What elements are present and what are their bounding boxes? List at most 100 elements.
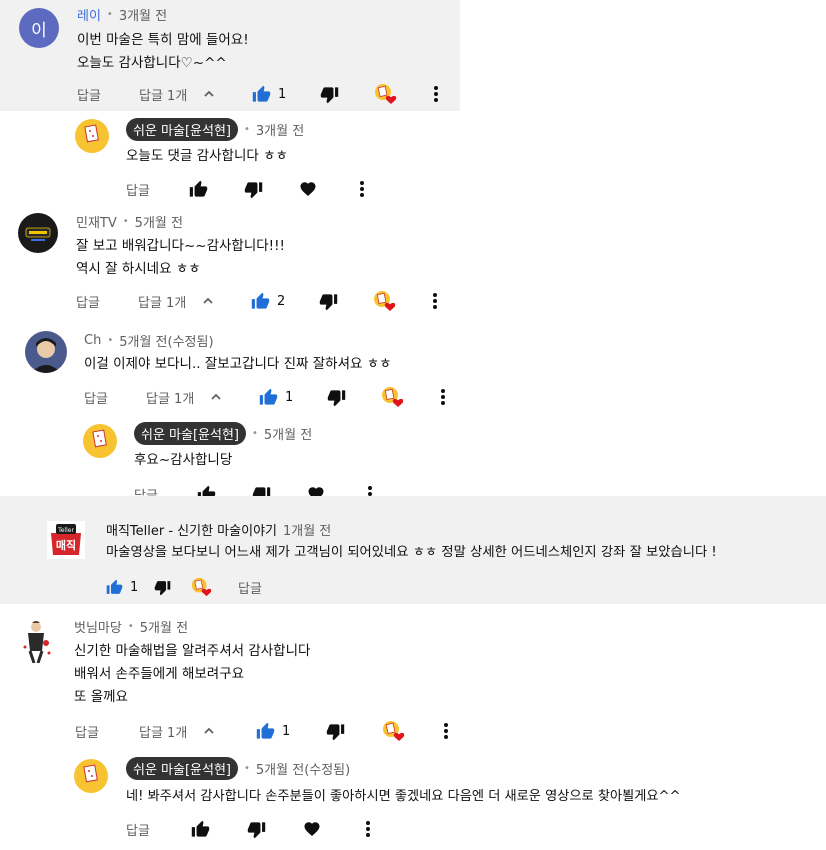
heart-icon[interactable] [307,482,325,496]
thumbs-down-icon[interactable] [319,289,338,313]
separator-dot: • [107,335,114,346]
comment-text: 잘 보고 배워갑니다~~감사합니다!!! 역시 잘 하시네요 ㅎㅎ [76,235,285,281]
chevron-up-icon[interactable] [210,385,222,409]
creator-author[interactable]: 쉬운 마술[윤석현] [126,757,238,780]
svg-text:매직: 매직 [56,538,76,552]
avatar[interactable] [18,213,58,253]
reply-button[interactable]: 답글 [84,385,108,409]
comment-line: 또 올께요 [74,689,128,705]
comment-author[interactable]: 벗님마당 [74,617,122,636]
reply-button[interactable]: 답글 [134,482,158,497]
comment-line: 잘 보고 배워갑니다~~감사합니다!!! [76,238,285,254]
like-count: 2 [277,293,286,309]
comment-text: 이번 마술은 특히 맘에 들어요! 오늘도 감사합니다♡~^^ [77,29,249,75]
comment-line: 오늘도 감사합니다♡~^^ [77,55,227,71]
avatar-letter: 이 [31,20,47,41]
comment-toolbar: 답글 답글 1개 1 [75,719,455,743]
thumbs-up-icon[interactable] [251,289,270,313]
comment-line: 이걸 이제야 보다니.. 잘보고갑니다 진짜 잘하셔요 ㅎㅎ [84,356,392,372]
comment-author[interactable]: 레이 [77,5,101,24]
comment-time[interactable]: 5개월 전(수정됨) [119,331,213,350]
thumbs-up-icon[interactable] [106,575,123,599]
comment-time[interactable]: 3개월 전 [119,5,167,24]
heart-icon[interactable] [299,177,317,201]
reply-line: 오늘도 댓글 감사합니다 ㅎㅎ [126,148,288,164]
reply-toolbar: 답글 [126,817,386,841]
like-count: 1 [278,86,287,102]
thumbs-up-icon[interactable] [259,385,278,409]
avatar[interactable]: Teller 매직 [47,521,85,559]
reply-toolbar: 답글 [126,177,386,201]
creator-author[interactable]: 쉬운 마술[윤석현] [126,118,238,141]
view-replies-button[interactable]: 답글 1개 [139,82,187,106]
avatar[interactable] [25,331,67,373]
reply-line: 후요~감사합니당 [134,452,233,468]
thumbs-down-icon[interactable] [327,385,346,409]
comment-header: 벗님마당 • 5개월 전 [74,617,188,636]
more-options-icon[interactable] [432,289,438,313]
avatar[interactable]: 이 [19,8,59,48]
reply-toolbar: 답글 [134,482,394,496]
comment-line: 이번 마술은 특히 맘에 들어요! [77,32,249,48]
thumbs-up-icon[interactable] [252,82,271,106]
creator-avatar[interactable] [74,759,108,793]
reply-button[interactable]: 답글 [126,177,150,201]
thumbs-down-icon[interactable] [320,82,339,106]
comment-time[interactable]: 5개월 전 [140,617,188,636]
reply-button[interactable]: 답글 [76,289,100,313]
reply-time[interactable]: 3개월 전 [256,120,304,139]
svg-text:Teller: Teller [57,527,74,534]
heart-icon[interactable] [303,817,321,841]
thumbs-down-icon[interactable] [326,719,345,743]
thumbs-down-icon[interactable] [154,575,171,599]
comment-time[interactable]: 5개월 전 [135,212,183,231]
view-replies-button[interactable]: 답글 1개 [139,719,187,743]
more-options-icon[interactable] [367,482,373,496]
comment-author[interactable]: 민재TV [76,212,117,231]
reply-header: 쉬운 마술[윤석현] • 3개월 전 [126,118,304,141]
chevron-up-icon[interactable] [203,719,215,743]
creator-heart-icon [373,82,397,106]
chevron-up-icon[interactable] [202,289,214,313]
reply-button[interactable]: 답글 [238,575,262,599]
creator-heart-icon [381,719,405,743]
separator-dot: • [106,9,113,20]
reply-button[interactable]: 답글 [126,817,150,841]
creator-avatar[interactable] [83,424,117,458]
creator-heart-icon [190,575,212,599]
reply-time[interactable]: 5개월 전(수정됨) [256,759,350,778]
view-replies-button[interactable]: 답글 1개 [146,385,194,409]
creator-heart-icon [380,385,404,409]
creator-author[interactable]: 쉬운 마술[윤석현] [134,422,246,445]
more-options-icon[interactable] [365,817,371,841]
creator-avatar[interactable] [75,119,109,153]
comment-author[interactable]: Ch [84,333,101,348]
thumbs-up-icon[interactable] [256,719,275,743]
avatar[interactable] [16,617,56,663]
thumbs-up-icon[interactable] [197,482,216,496]
reply-text: 오늘도 댓글 감사합니다 ㅎㅎ [126,145,288,168]
comment-text: 마술영상을 보다보니 어느새 제가 고객님이 되어있네요 ㅎㅎ 정말 상세한 어… [106,541,717,564]
thumbs-up-icon[interactable] [189,177,208,201]
thumbs-down-icon[interactable] [244,177,263,201]
reply-time[interactable]: 5개월 전 [264,424,312,443]
reply-text: 네! 봐주셔서 감사합니다 손주분들이 좋아하시면 좋겠네요 다음엔 더 새로운… [126,785,681,808]
separator-dot: • [244,763,250,774]
reply-line: 네! 봐주셔서 감사합니다 손주분들이 좋아하시면 좋겠네요 다음엔 더 새로운… [126,789,681,804]
more-options-icon[interactable] [443,719,449,743]
reply-button[interactable]: 답글 [75,719,99,743]
comment-toolbar: 답글 답글 1개 2 [76,289,456,313]
comment-author[interactable]: 매직Teller - 신기한 마술이야기 [106,520,277,539]
more-options-icon[interactable] [359,177,365,201]
comment-header: 민재TV • 5개월 전 [76,212,183,231]
more-options-icon[interactable] [433,82,439,106]
thumbs-down-icon[interactable] [247,817,266,841]
chevron-up-icon[interactable] [203,82,215,106]
reply-button[interactable]: 답글 [77,82,101,106]
view-replies-button[interactable]: 답글 1개 [138,289,186,313]
comment-time[interactable]: 1개월 전 [283,520,331,539]
more-options-icon[interactable] [440,385,446,409]
comment-text: 신기한 마술해법을 알려주셔서 감사합니다 배워서 손주들에게 해보려구요 또 … [74,640,310,709]
thumbs-up-icon[interactable] [191,817,210,841]
thumbs-down-icon[interactable] [252,482,271,496]
